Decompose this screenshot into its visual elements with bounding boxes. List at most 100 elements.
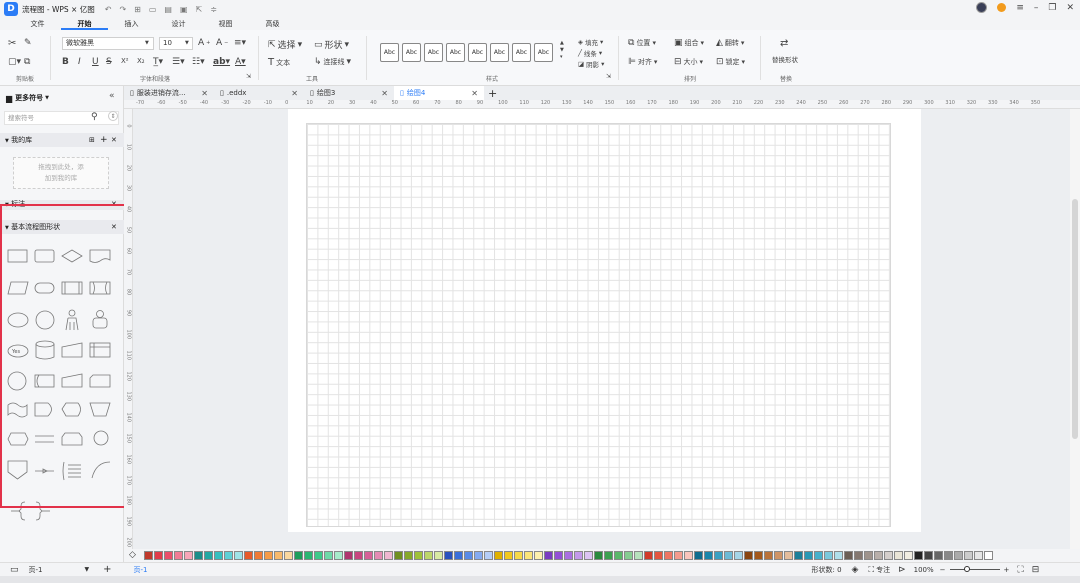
tab-document-1[interactable]: ▯ 服装进销存流... ✕ bbox=[124, 86, 214, 100]
zoom-level[interactable]: 100% bbox=[914, 566, 934, 574]
cut-icon[interactable]: ✂ bbox=[8, 38, 16, 49]
color-swatch[interactable] bbox=[274, 551, 283, 560]
color-swatch[interactable] bbox=[504, 551, 513, 560]
color-swatch[interactable] bbox=[444, 551, 453, 560]
color-swatch[interactable] bbox=[494, 551, 503, 560]
style-preset-8[interactable]: Abc bbox=[534, 43, 553, 62]
line-button[interactable]: ╱ 线条 ▾ bbox=[578, 48, 602, 58]
connector-tool[interactable]: ↳ 连接线 ▾ bbox=[314, 57, 351, 67]
align-icon[interactable]: ≡▾ bbox=[234, 38, 246, 48]
color-swatch[interactable] bbox=[924, 551, 933, 560]
color-swatch[interactable] bbox=[834, 551, 843, 560]
color-swatch[interactable] bbox=[864, 551, 873, 560]
close-icon[interactable]: ✕ bbox=[111, 133, 117, 147]
menu-home[interactable]: 开始 bbox=[61, 18, 108, 30]
color-swatch[interactable] bbox=[814, 551, 823, 560]
no-fill-icon[interactable]: ◇ bbox=[129, 550, 136, 560]
color-swatch[interactable] bbox=[904, 551, 913, 560]
color-swatch[interactable] bbox=[954, 551, 963, 560]
color-swatch[interactable] bbox=[754, 551, 763, 560]
color-swatch[interactable] bbox=[824, 551, 833, 560]
page-tab[interactable]: 页-1 bbox=[134, 565, 148, 575]
color-swatch[interactable] bbox=[524, 551, 533, 560]
color-swatch[interactable] bbox=[774, 551, 783, 560]
position-button[interactable]: ⧉ 位置 ▾ bbox=[628, 38, 656, 48]
size-button[interactable]: ⊟ 大小 ▾ bbox=[674, 57, 703, 67]
drawing-page[interactable] bbox=[288, 109, 921, 532]
zoom-in-icon[interactable]: + bbox=[1004, 566, 1010, 574]
color-swatch[interactable] bbox=[454, 551, 463, 560]
text-size-icon[interactable]: T̲▾ bbox=[153, 57, 163, 67]
color-swatch[interactable] bbox=[154, 551, 163, 560]
color-swatch[interactable] bbox=[474, 551, 483, 560]
menu-insert[interactable]: 插入 bbox=[108, 18, 155, 30]
highlight-icon[interactable]: ab▾ bbox=[213, 57, 230, 67]
menu-advanced[interactable]: 高级 bbox=[249, 18, 296, 30]
open-icon[interactable]: ▭ bbox=[149, 5, 157, 14]
color-swatch[interactable] bbox=[684, 551, 693, 560]
color-swatch[interactable] bbox=[594, 551, 603, 560]
color-swatch[interactable] bbox=[544, 551, 553, 560]
color-swatch[interactable] bbox=[264, 551, 273, 560]
layers-icon[interactable]: ◈ bbox=[852, 565, 859, 575]
page-view-icon[interactable]: ▭ bbox=[10, 565, 19, 575]
menu-file[interactable]: 文件 bbox=[14, 18, 61, 30]
export-icon[interactable]: ⇱ bbox=[196, 5, 203, 14]
library-drop-zone[interactable]: 拖拽到此处，添 加到我的库 bbox=[13, 157, 109, 189]
color-swatch[interactable] bbox=[534, 551, 543, 560]
save-icon[interactable]: ▤ bbox=[164, 5, 172, 14]
shadow-button[interactable]: ◪ 阴影 ▾ bbox=[578, 59, 604, 69]
grow-font-icon[interactable]: A + bbox=[198, 38, 210, 48]
color-swatch[interactable] bbox=[174, 551, 183, 560]
minimize-icon[interactable]: – bbox=[1034, 3, 1039, 13]
color-swatch[interactable] bbox=[794, 551, 803, 560]
color-swatch[interactable] bbox=[654, 551, 663, 560]
flip-button[interactable]: ◭ 翻转 ▾ bbox=[716, 38, 744, 48]
subscript-icon[interactable]: X₂ bbox=[137, 57, 145, 65]
color-swatch[interactable] bbox=[884, 551, 893, 560]
color-swatch[interactable] bbox=[194, 551, 203, 560]
color-swatch[interactable] bbox=[184, 551, 193, 560]
replace-shape-icon[interactable]: ⇄ bbox=[780, 38, 788, 49]
collapse-panel-icon[interactable]: « bbox=[109, 91, 115, 101]
color-swatch[interactable] bbox=[564, 551, 573, 560]
align-button[interactable]: ⊫ 对齐 ▾ bbox=[628, 57, 657, 67]
color-swatch[interactable] bbox=[204, 551, 213, 560]
focus-label[interactable]: 专注 bbox=[876, 565, 890, 575]
customize-icon[interactable]: ≑ bbox=[210, 5, 217, 14]
zoom-slider[interactable] bbox=[949, 566, 1000, 572]
color-swatch[interactable] bbox=[144, 551, 153, 560]
italic-icon[interactable]: I bbox=[78, 57, 81, 67]
color-swatch[interactable] bbox=[874, 551, 883, 560]
color-swatch[interactable] bbox=[484, 551, 493, 560]
zoom-out-icon[interactable]: − bbox=[940, 566, 946, 574]
close-icon[interactable]: ✕ bbox=[381, 89, 388, 98]
paste-icon[interactable]: ▢▾ bbox=[8, 57, 21, 67]
color-swatch[interactable] bbox=[304, 551, 313, 560]
color-swatch[interactable] bbox=[394, 551, 403, 560]
color-swatch[interactable] bbox=[404, 551, 413, 560]
color-swatch[interactable] bbox=[894, 551, 903, 560]
color-swatch[interactable] bbox=[984, 551, 993, 560]
color-swatch[interactable] bbox=[284, 551, 293, 560]
style-preset-2[interactable]: Abc bbox=[402, 43, 421, 62]
page-grid[interactable] bbox=[306, 123, 891, 527]
canvas-area[interactable] bbox=[133, 109, 1070, 549]
font-color-icon[interactable]: A▾ bbox=[235, 57, 246, 67]
style-preset-4[interactable]: Abc bbox=[446, 43, 465, 62]
color-swatch[interactable] bbox=[464, 551, 473, 560]
tab-document-3[interactable]: ▯ 绘图3 ✕ bbox=[304, 86, 394, 100]
select-tool[interactable]: ⇱ 选择 ▾ bbox=[268, 38, 302, 52]
style-preset-5[interactable]: Abc bbox=[468, 43, 487, 62]
color-swatch[interactable] bbox=[844, 551, 853, 560]
color-swatch[interactable] bbox=[784, 551, 793, 560]
color-swatch[interactable] bbox=[214, 551, 223, 560]
new-tab-icon[interactable]: + bbox=[488, 87, 497, 100]
tab-document-2[interactable]: ▯ .eddx ✕ bbox=[214, 86, 304, 100]
style-scroll[interactable]: ▲ ▼ ▾ bbox=[560, 40, 564, 61]
color-swatch[interactable] bbox=[584, 551, 593, 560]
new-icon[interactable]: ⊞ bbox=[134, 5, 141, 14]
color-swatch[interactable] bbox=[224, 551, 233, 560]
color-swatch[interactable] bbox=[974, 551, 983, 560]
style-preset-7[interactable]: Abc bbox=[512, 43, 531, 62]
